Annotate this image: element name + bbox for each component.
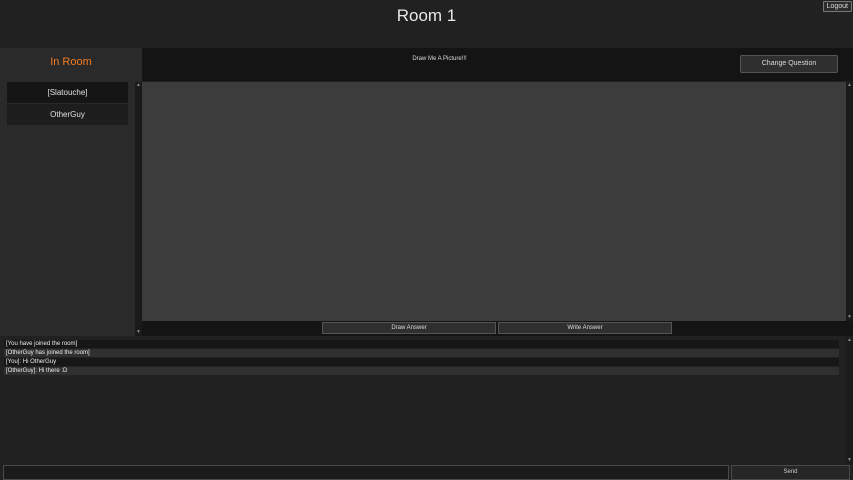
scroll-up-icon[interactable]: ▲: [135, 82, 142, 89]
write-answer-button[interactable]: Write Answer: [498, 322, 672, 334]
user-list-panel: In Room [Slatouche] OtherGuy ▲ ▼: [0, 48, 142, 336]
chat-message: [OtherGuy has joined the room]: [4, 349, 839, 357]
chat-scrollbar[interactable]: ▲ ▼: [846, 337, 853, 464]
question-bar: Draw Me A Picture!!! Change Question: [142, 48, 853, 81]
page-title: Room 1: [396, 6, 457, 25]
logout-button[interactable]: Logout: [822, 1, 852, 12]
chat-message: [You have joined the room]: [4, 340, 839, 348]
draw-answer-button[interactable]: Draw Answer: [322, 322, 496, 334]
chat-log: [You have joined the room] [OtherGuy has…: [0, 337, 853, 464]
header: Room 1 Logout: [0, 0, 853, 47]
user-list-item[interactable]: [Slatouche]: [7, 82, 128, 103]
scroll-down-icon[interactable]: ▼: [846, 457, 853, 464]
question-text: Draw Me A Picture!!!: [412, 56, 467, 62]
change-question-button[interactable]: Change Question: [740, 55, 838, 73]
in-room-heading: In Room: [50, 56, 92, 68]
scroll-up-icon[interactable]: ▲: [846, 82, 853, 89]
scroll-up-icon[interactable]: ▲: [846, 337, 853, 344]
user-list-item[interactable]: OtherGuy: [7, 104, 128, 125]
send-button[interactable]: Send: [731, 465, 850, 480]
scroll-down-icon[interactable]: ▼: [135, 329, 142, 336]
chat-input[interactable]: [3, 465, 729, 480]
scroll-down-icon[interactable]: ▼: [846, 314, 853, 321]
user-list-scrollbar[interactable]: ▲ ▼: [135, 82, 142, 336]
chat-message: [You]: Hi OtherGuy: [4, 358, 839, 366]
drawing-canvas[interactable]: [142, 82, 846, 321]
answer-bar: Draw Answer Write Answer: [142, 321, 853, 336]
chat-message: [OtherGuy]: Hi there :D: [4, 367, 839, 375]
canvas-scrollbar[interactable]: ▲ ▼: [846, 82, 853, 321]
